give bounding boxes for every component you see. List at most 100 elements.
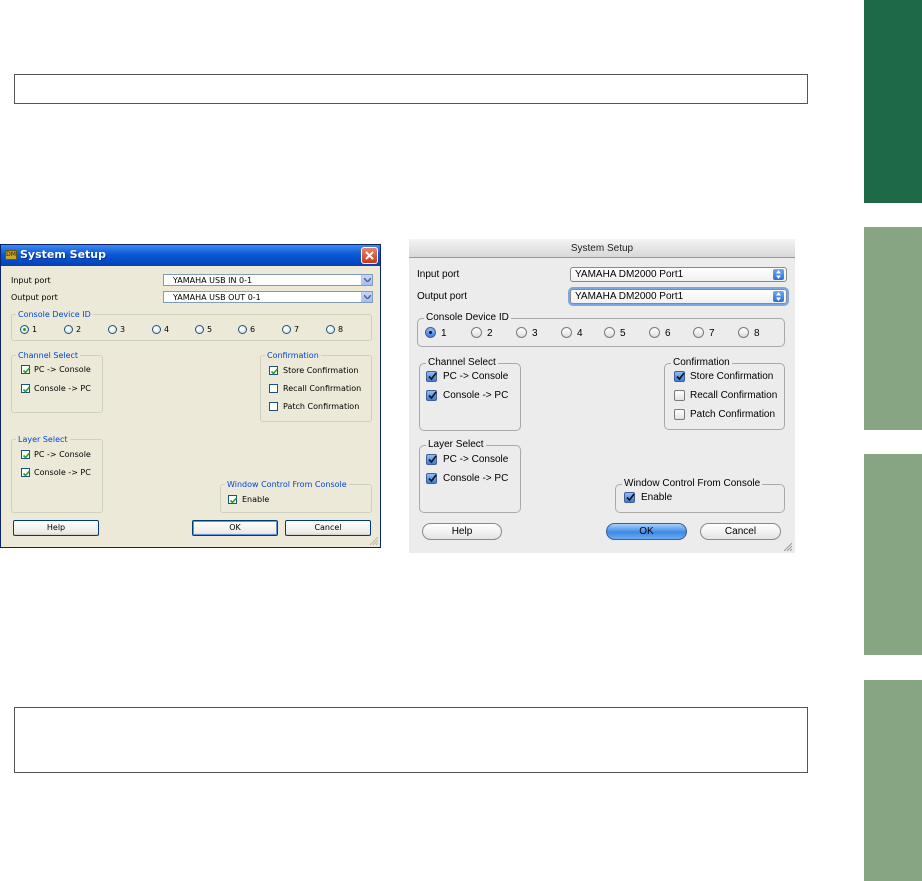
window-control-enable-checkbox[interactable] [624, 492, 635, 503]
dialog-title: System Setup [570, 243, 634, 254]
device-id-radio-1[interactable] [425, 327, 436, 338]
device-id-radio-7[interactable] [282, 325, 291, 334]
device-id-radio-1[interactable] [20, 325, 29, 334]
output-port-label: Output port [417, 291, 468, 302]
ok-button[interactable]: OK [606, 523, 687, 540]
window-control-enable-checkbox[interactable] [228, 495, 238, 504]
patch-confirmation-label: Patch Confirmation [283, 402, 360, 411]
channel-console-to-pc-checkbox[interactable] [426, 390, 437, 401]
store-confirmation-checkbox[interactable] [269, 366, 279, 375]
patch-confirmation-checkbox[interactable] [674, 409, 685, 420]
layer-pc-to-console-checkbox[interactable] [426, 454, 437, 465]
device-id-label-2: 2 [76, 325, 82, 334]
title-bar[interactable]: System Setup [409, 239, 795, 258]
checkmark-icon [270, 368, 279, 375]
channel-pc-to-console-label: PC -> Console [443, 371, 509, 382]
channel-pc-to-console-checkbox[interactable] [426, 371, 437, 382]
store-confirmation-checkbox[interactable] [674, 371, 685, 382]
checkmark-icon [22, 367, 31, 374]
channel-pc-to-console-checkbox[interactable] [21, 365, 31, 374]
device-id-radio-8[interactable] [326, 325, 335, 334]
device-id-label-1: 1 [441, 328, 447, 339]
device-id-label-5: 5 [620, 328, 626, 339]
output-port-select[interactable]: YAMAHA DM2000 Port1 [570, 289, 787, 304]
device-id-label-5: 5 [207, 325, 213, 334]
device-id-label-8: 8 [754, 328, 760, 339]
input-port-label: Input port [11, 276, 51, 285]
chevron-down-icon[interactable] [361, 275, 372, 285]
windows-system-setup-dialog: DM System Setup Input port YAMAHA USB IN… [0, 244, 381, 548]
layer-console-to-pc-label: Console -> PC [443, 473, 509, 484]
device-id-radio-6[interactable] [649, 327, 660, 338]
patch-confirmation-checkbox[interactable] [269, 402, 278, 411]
top-note-box [14, 74, 808, 104]
channel-pc-to-console-label: PC -> Console [34, 365, 91, 374]
bottom-note-box [14, 707, 808, 773]
device-id-label-6: 6 [665, 328, 671, 339]
checkmark-icon [22, 452, 31, 459]
recall-confirmation-label: Recall Confirmation [283, 384, 362, 393]
output-port-value: YAMAHA DM2000 Port1 [575, 291, 684, 302]
store-confirmation-label: Store Confirmation [690, 371, 774, 382]
checkmark-icon [676, 372, 685, 381]
checkmark-icon [22, 470, 31, 477]
cancel-button[interactable]: Cancel [285, 520, 371, 536]
device-id-radio-4[interactable] [561, 327, 572, 338]
output-port-select[interactable]: YAMAHA USB OUT 0-1 [163, 291, 373, 303]
input-port-value: YAMAHA USB IN 0-1 [173, 276, 253, 285]
channel-console-to-pc-label: Console -> PC [443, 390, 509, 401]
side-tab-4[interactable] [864, 680, 922, 881]
device-id-radio-5[interactable] [195, 325, 204, 334]
layer-console-to-pc-checkbox[interactable] [21, 468, 31, 477]
device-id-label-3: 3 [532, 328, 538, 339]
channel-console-to-pc-checkbox[interactable] [21, 384, 31, 393]
confirmation-label: Confirmation [265, 350, 321, 361]
side-tab-3[interactable] [864, 454, 922, 655]
device-id-radio-7[interactable] [693, 327, 704, 338]
input-port-select[interactable]: YAMAHA USB IN 0-1 [163, 274, 373, 286]
up-down-arrows-icon[interactable] [773, 291, 784, 302]
title-bar[interactable]: DM System Setup [1, 245, 380, 266]
up-down-arrows-icon[interactable] [773, 269, 784, 280]
layer-select-label: Layer Select [426, 439, 486, 451]
store-confirmation-label: Store Confirmation [283, 366, 359, 375]
side-tab-1[interactable] [864, 0, 922, 203]
help-button[interactable]: Help [13, 520, 99, 536]
device-id-radio-3[interactable] [108, 325, 117, 334]
layer-pc-to-console-label: PC -> Console [34, 450, 91, 459]
device-id-label-7: 7 [709, 328, 715, 339]
input-port-select[interactable]: YAMAHA DM2000 Port1 [570, 267, 787, 282]
window-control-enable-label: Enable [641, 492, 673, 503]
layer-pc-to-console-checkbox[interactable] [21, 450, 31, 459]
device-id-radio-3[interactable] [516, 327, 527, 338]
resize-grip-icon[interactable] [369, 536, 379, 546]
mac-system-setup-dialog: System Setup Input port YAMAHA DM2000 Po… [409, 239, 795, 553]
device-id-radio-2[interactable] [64, 325, 73, 334]
checkmark-icon [626, 493, 635, 502]
device-id-label-2: 2 [487, 328, 493, 339]
recall-confirmation-label: Recall Confirmation [690, 390, 778, 401]
device-id-radio-8[interactable] [738, 327, 749, 338]
resize-grip-icon[interactable] [783, 542, 793, 552]
side-tab-2[interactable] [864, 227, 922, 430]
checkmark-icon [428, 391, 437, 400]
channel-select-label: Channel Select [16, 350, 81, 361]
device-id-label-8: 8 [338, 325, 344, 334]
help-button[interactable]: Help [422, 523, 502, 540]
device-id-radio-4[interactable] [152, 325, 161, 334]
recall-confirmation-checkbox[interactable] [674, 390, 685, 401]
recall-confirmation-checkbox[interactable] [269, 384, 278, 393]
device-id-radio-6[interactable] [238, 325, 247, 334]
layer-console-to-pc-checkbox[interactable] [426, 473, 437, 484]
console-device-id-label: Console Device ID [16, 309, 93, 320]
layer-pc-to-console-label: PC -> Console [443, 454, 509, 465]
device-id-radio-5[interactable] [604, 327, 615, 338]
ok-button[interactable]: OK [192, 520, 278, 536]
device-id-radio-2[interactable] [471, 327, 482, 338]
layer-console-to-pc-label: Console -> PC [34, 468, 91, 477]
close-button[interactable] [361, 247, 378, 264]
patch-confirmation-label: Patch Confirmation [690, 409, 776, 420]
cancel-button[interactable]: Cancel [700, 523, 781, 540]
device-id-label-1: 1 [32, 325, 38, 334]
chevron-down-icon[interactable] [361, 292, 372, 302]
